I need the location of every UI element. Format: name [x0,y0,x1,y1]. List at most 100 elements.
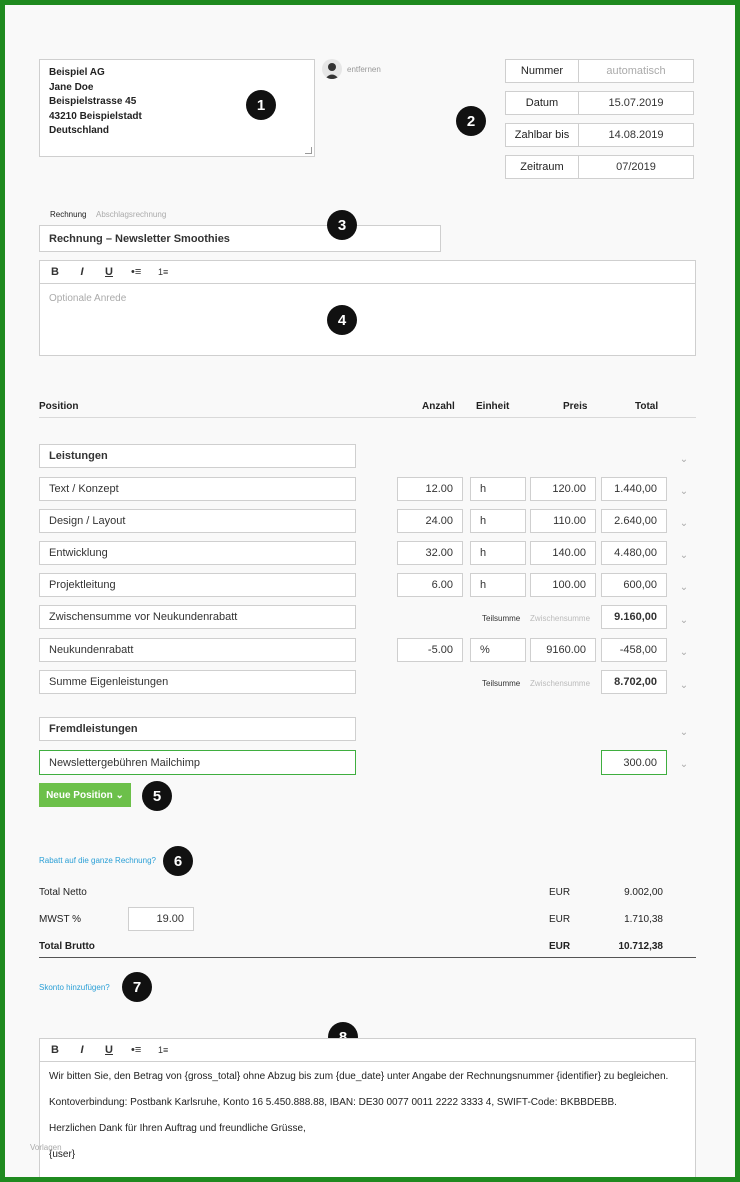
greeting-editor[interactable]: Optionale Anrede [39,284,696,356]
row-price-input[interactable]: 100.00 [530,573,596,597]
badge-7: 7 [122,972,152,1002]
chevron-down-icon[interactable]: ⌄ [678,614,690,626]
row-price-input[interactable]: 140.00 [530,541,596,565]
skonto-link[interactable]: Skonto hinzufügen? [39,983,110,992]
italic-button[interactable]: I [77,266,87,278]
mwst-rate-input[interactable]: 19.00 [128,907,194,931]
meta-due-date-input[interactable]: 14.08.2019 [578,123,694,147]
footer-paragraph: Wir bitten Sie, den Betrag von {gross_to… [49,1071,669,1082]
total-brutto-currency: EUR [549,941,571,952]
italic-button[interactable]: I [77,1044,87,1056]
chevron-down-icon[interactable]: ⌄ [678,485,690,497]
new-position-button[interactable]: Neue Position ⌄ [39,783,131,807]
tab-rechnung[interactable]: Rechnung [50,210,86,219]
greeting-placeholder: Optionale Anrede [49,293,127,304]
group-fremdleistungen[interactable]: Fremdleistungen [39,717,356,741]
meta-due-date-label: Zahlbar bis [505,123,579,147]
total-netto-value: 9.002,00 [624,887,663,898]
avatar-remove-link[interactable]: entfernen [347,65,381,74]
badge-4: 4 [327,305,357,335]
invoice-title-input[interactable]: Rechnung – Newsletter Smoothies [39,225,441,252]
row-total: 1.440,00 [601,477,667,501]
group-leistungen[interactable]: Leistungen [39,444,356,468]
row-name-input[interactable]: Projektleitung [39,573,356,597]
badge-5: 5 [142,781,172,811]
row-unit-input[interactable]: % [470,638,526,662]
meta-date-input[interactable]: 15.07.2019 [578,91,694,115]
chevron-down-icon[interactable]: ⌄ [678,646,690,658]
numbered-list-icon[interactable]: 1≡ [158,267,168,277]
teilsumme-option[interactable]: Teilsumme [482,614,520,623]
chevron-down-icon[interactable]: ⌄ [678,726,690,738]
chevron-down-icon[interactable]: ⌄ [678,453,690,465]
row-name-input[interactable]: Newslettergebühren Mailchimp [39,750,356,775]
subtotal-total: 8.702,00 [601,670,667,694]
address-line: Beispiel AG [49,67,105,78]
underline-button[interactable]: U [104,266,114,278]
person-icon [325,63,339,79]
row-unit-input[interactable]: h [470,541,526,565]
underline-button[interactable]: U [104,1044,114,1056]
col-total: Total [635,401,659,412]
row-qty-input[interactable]: 32.00 [397,541,463,565]
zwischensumme-option[interactable]: Zwischensumme [530,679,590,688]
row-qty-input[interactable]: -5.00 [397,638,463,662]
mwst-value: 1.710,38 [624,914,663,925]
teilsumme-option[interactable]: Teilsumme [482,679,520,688]
chevron-down-icon[interactable]: ⌄ [678,517,690,529]
chevron-down-icon[interactable]: ⌄ [678,549,690,561]
totals-divider [39,957,696,958]
row-unit-input[interactable]: h [470,509,526,533]
row-total-input[interactable]: 300.00 [601,750,667,775]
chevron-down-icon[interactable]: ⌄ [678,758,690,770]
row-name-input[interactable]: Text / Konzept [39,477,356,501]
numbered-list-icon[interactable]: 1≡ [158,1045,168,1055]
avatar[interactable] [322,59,342,79]
bold-button[interactable]: B [50,1044,60,1056]
subtotal-total: 9.160,00 [601,605,667,629]
zwischensumme-option[interactable]: Zwischensumme [530,614,590,623]
meta-number-input[interactable]: automatisch [578,59,694,83]
footer-paragraph: {user} [49,1149,76,1160]
total-netto-currency: EUR [549,887,571,898]
subtotal-name-input[interactable]: Zwischensumme vor Neukundenrabatt [39,605,356,629]
row-unit-input[interactable]: h [470,477,526,501]
row-total: -458,00 [601,638,667,662]
row-price-input[interactable]: 120.00 [530,477,596,501]
row-name-input[interactable]: Entwicklung [39,541,356,565]
address-line: Deutschland [49,125,110,137]
total-brutto-value: 10.712,38 [618,941,664,952]
templates-label[interactable]: Vorlagen [30,1143,62,1152]
meta-period-label: Zeitraum [505,155,579,179]
subtotal-name-input[interactable]: Summe Eigenleistungen [39,670,356,694]
meta-period-input[interactable]: 07/2019 [578,155,694,179]
resize-handle-icon[interactable] [305,147,312,154]
row-price-input[interactable]: 9160.00 [530,638,596,662]
tab-abschlagsrechnung[interactable]: Abschlagsrechnung [96,210,166,219]
row-qty-input[interactable]: 24.00 [397,509,463,533]
row-qty-input[interactable]: 6.00 [397,573,463,597]
header-divider [39,417,696,418]
footer-paragraph: Kontoverbindung: Postbank Karlsruhe, Kon… [49,1097,617,1108]
row-name-input[interactable]: Design / Layout [39,509,356,533]
chevron-down-icon[interactable]: ⌄ [678,679,690,691]
discount-link[interactable]: Rabatt auf die ganze Rechnung? [39,856,156,865]
row-price-input[interactable]: 110.00 [530,509,596,533]
row-name-input[interactable]: Neukundenrabatt [39,638,356,662]
meta-date-label: Datum [505,91,579,115]
bullet-list-icon[interactable]: •≡ [131,1044,141,1056]
badge-3: 3 [327,210,357,240]
row-total: 600,00 [601,573,667,597]
row-qty-input[interactable]: 12.00 [397,477,463,501]
greeting-toolbar: B I U •≡ 1≡ [39,260,696,284]
bold-button[interactable]: B [50,266,60,278]
footer-paragraph: Herzlichen Dank für Ihren Auftrag und fr… [49,1123,306,1134]
badge-1: 1 [246,90,276,120]
row-unit-input[interactable]: h [470,573,526,597]
meta-date: Datum 15.07.2019 [505,91,695,115]
badge-6: 6 [163,846,193,876]
bullet-list-icon[interactable]: •≡ [131,266,141,278]
row-total: 4.480,00 [601,541,667,565]
footer-editor[interactable]: Wir bitten Sie, den Betrag von {gross_to… [39,1062,696,1177]
chevron-down-icon[interactable]: ⌄ [678,581,690,593]
